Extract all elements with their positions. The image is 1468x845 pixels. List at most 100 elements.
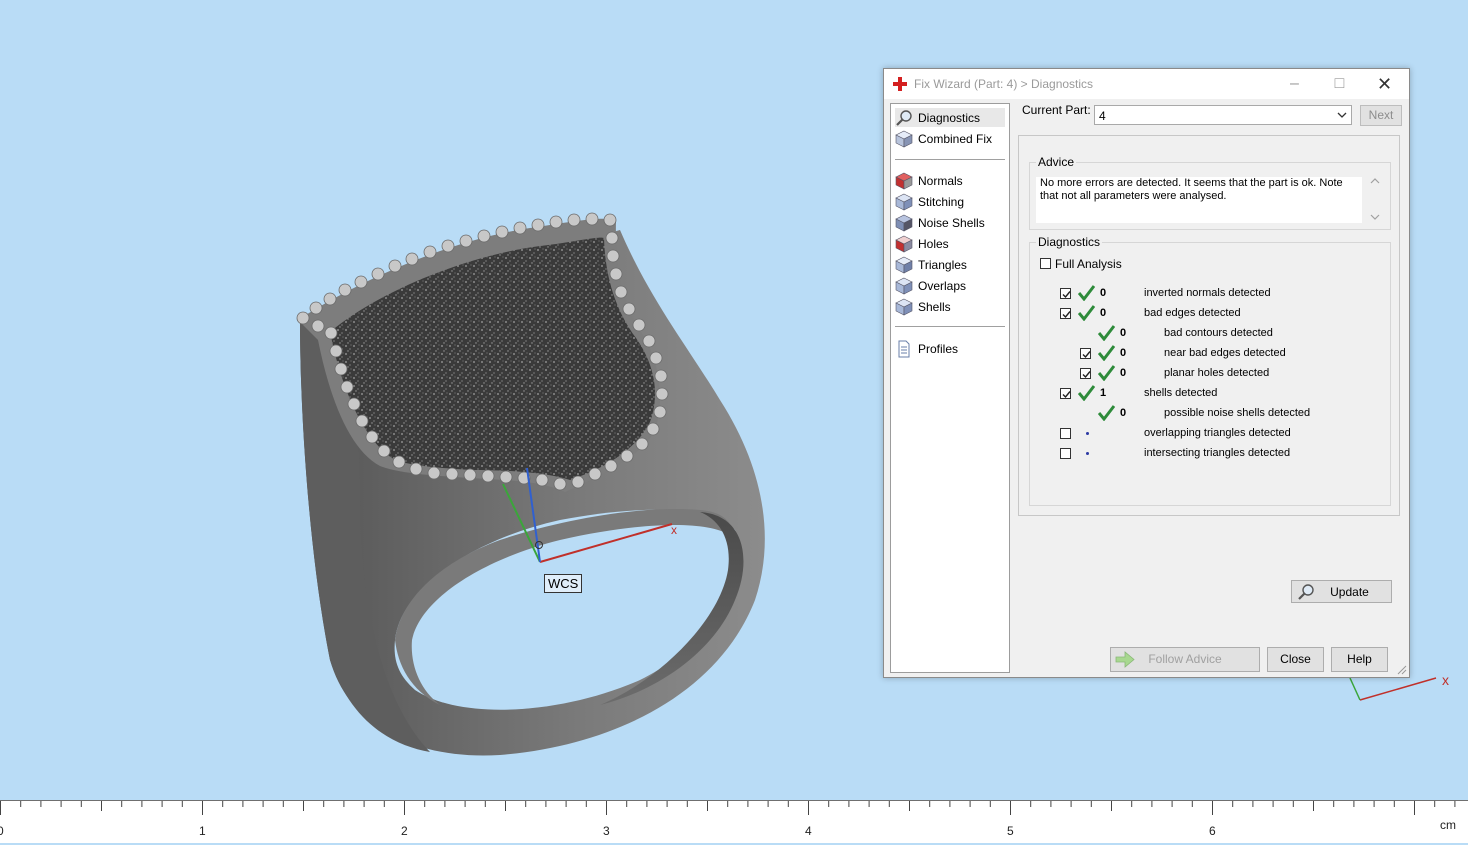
- chevron-down-icon: [1337, 112, 1347, 118]
- near-bad-edges-detected-count: 0: [1120, 347, 1127, 359]
- current-part-value: 4: [1099, 109, 1106, 123]
- arrow-right-icon: [1115, 651, 1135, 668]
- nav-item-stitching[interactable]: Stitching: [895, 192, 1005, 211]
- nav-item-label: Profiles: [918, 341, 959, 356]
- nav-item-label: Normals: [918, 173, 963, 188]
- wcs-label: WCS: [544, 574, 583, 593]
- close-icon: ✕: [1376, 73, 1393, 94]
- nav-item-normals[interactable]: Normals: [895, 171, 1005, 190]
- check-icon: [1097, 405, 1116, 422]
- ruler-tick-label: 4: [805, 824, 812, 838]
- shells-detected-count: 1: [1100, 387, 1107, 399]
- near-bad-edges-detected-label: near bad edges detected: [1164, 347, 1286, 359]
- intersecting-triangles-detected-checkbox[interactable]: [1060, 448, 1071, 459]
- possible-noise-shells-detected-count: 0: [1120, 407, 1127, 419]
- overlapping-triangles-detected-checkbox[interactable]: [1060, 428, 1071, 439]
- planar-holes-detected-count: 0: [1120, 367, 1127, 379]
- planar-holes-detected-checkbox[interactable]: [1080, 368, 1091, 379]
- diagnostics-panel: Advice No more errors are detected. It s…: [1018, 135, 1400, 603]
- dialog-title: Fix Wizard (Part: 4) > Diagnostics: [914, 77, 1094, 91]
- stitching-cube-icon: [895, 193, 913, 210]
- current-part-label: Current Part:: [1022, 103, 1091, 117]
- noise-shells-cube-icon: [895, 214, 913, 231]
- triangles-cube-icon: [895, 256, 913, 273]
- next-button[interactable]: Next: [1360, 105, 1402, 126]
- help-button[interactable]: Help: [1331, 647, 1388, 672]
- check-icon: [1097, 345, 1116, 362]
- nav-item-combined-fix[interactable]: Combined Fix: [895, 129, 1005, 148]
- possible-noise-shells-detected-label: possible noise shells detected: [1164, 407, 1311, 419]
- overlaps-cube-icon: [895, 277, 913, 294]
- ruler-tick-label: 1: [199, 824, 206, 838]
- nav-item-label: Shells: [918, 299, 951, 314]
- nav-item-overlaps[interactable]: Overlaps: [895, 276, 1005, 295]
- full-analysis-label: Full Analysis: [1055, 257, 1122, 271]
- nav-item-shells[interactable]: Shells: [895, 297, 1005, 316]
- nav-item-label: Triangles: [918, 257, 967, 272]
- nav-item-diagnostics[interactable]: Diagnostics: [895, 108, 1005, 127]
- nav-item-label: Noise Shells: [918, 215, 985, 230]
- bad-edges-detected-count: 0: [1100, 307, 1107, 319]
- shells-detected-checkbox[interactable]: [1060, 388, 1071, 399]
- update-label: Update: [1330, 585, 1369, 599]
- minimize-button[interactable]: –: [1272, 69, 1317, 99]
- overlapping-triangles-detected-label: overlapping triangles detected: [1144, 427, 1291, 439]
- corner-y-axis: [1349, 677, 1361, 701]
- nav-item-label: Diagnostics: [918, 110, 981, 125]
- full-analysis-checkbox[interactable]: [1040, 258, 1051, 269]
- maximize-icon: □: [1334, 75, 1345, 92]
- nav-item-label: Overlaps: [918, 278, 967, 293]
- advice-text: No more errors are detected. It seems th…: [1036, 177, 1362, 223]
- minimize-icon: –: [1290, 75, 1299, 92]
- check-icon: [1097, 365, 1116, 382]
- dialog-titlebar[interactable]: Fix Wizard (Part: 4) > Diagnostics – □ ✕: [884, 69, 1409, 99]
- maximize-button[interactable]: □: [1317, 69, 1362, 99]
- follow-advice-button[interactable]: Follow Advice: [1110, 647, 1260, 672]
- wizard-nav: Diagnostics Combined Fix Normals Stitchi…: [890, 103, 1010, 673]
- inverted-normals-detected-count: 0: [1100, 287, 1107, 299]
- inverted-normals-detected-label: inverted normals detected: [1144, 287, 1271, 299]
- follow-advice-label: Follow Advice: [1148, 652, 1222, 666]
- check-icon: [1077, 305, 1096, 322]
- diagnostics-title: Diagnostics: [1036, 235, 1103, 249]
- corner-x-axis: [1359, 677, 1437, 701]
- x-axis-label: x: [671, 523, 677, 537]
- advice-title: Advice: [1036, 155, 1077, 169]
- shells-cube-icon: [895, 298, 913, 315]
- nav-item-noise-shells[interactable]: Noise Shells: [895, 213, 1005, 232]
- advice-scrollbar[interactable]: [1368, 175, 1382, 223]
- shells-detected-label: shells detected: [1144, 387, 1218, 399]
- nav-item-holes[interactable]: Holes: [895, 234, 1005, 253]
- bad-edges-detected-checkbox[interactable]: [1060, 308, 1071, 319]
- inverted-normals-detected-checkbox[interactable]: [1060, 288, 1071, 299]
- current-part-select[interactable]: 4: [1094, 105, 1352, 125]
- planar-holes-detected-label: planar holes detected: [1164, 367, 1270, 379]
- diagnostics-group: Diagnostics Full Analysis 0 inverted norm…: [1029, 235, 1392, 603]
- ruler-tick-label: 6: [1209, 824, 1216, 838]
- cube-icon: [895, 130, 913, 147]
- ruler-tick-label: 3: [603, 824, 610, 838]
- update-button[interactable]: Update: [1291, 580, 1392, 603]
- normals-cube-icon: [895, 172, 913, 189]
- bottom-ruler: 0 1 2 3 4 5 6 cm: [0, 800, 1468, 843]
- corner-x-label: x: [1442, 672, 1449, 688]
- window-close-button[interactable]: ✕: [1362, 69, 1407, 99]
- resize-grip-icon[interactable]: [1397, 665, 1407, 675]
- bad-contours-detected-label: bad contours detected: [1164, 327, 1273, 339]
- nav-item-triangles[interactable]: Triangles: [895, 255, 1005, 274]
- holes-cube-icon: [895, 235, 913, 252]
- check-icon: [1077, 285, 1096, 302]
- unknown-status-icon: [1086, 452, 1089, 455]
- document-icon: [898, 340, 910, 357]
- magnifier-icon: [896, 109, 912, 126]
- nav-item-label: Combined Fix: [918, 131, 993, 146]
- nav-item-label: Holes: [918, 236, 949, 251]
- unknown-status-icon: [1086, 432, 1089, 435]
- bad-contours-detected-count: 0: [1120, 327, 1127, 339]
- nav-item-label: Stitching: [918, 194, 965, 209]
- nav-separator: [895, 326, 1005, 327]
- fix-wizard-dialog: Fix Wizard (Part: 4) > Diagnostics – □ ✕…: [883, 68, 1410, 678]
- near-bad-edges-detected-checkbox[interactable]: [1080, 348, 1091, 359]
- close-button[interactable]: Close: [1267, 647, 1324, 672]
- nav-item-profiles[interactable]: Profiles: [895, 339, 1005, 358]
